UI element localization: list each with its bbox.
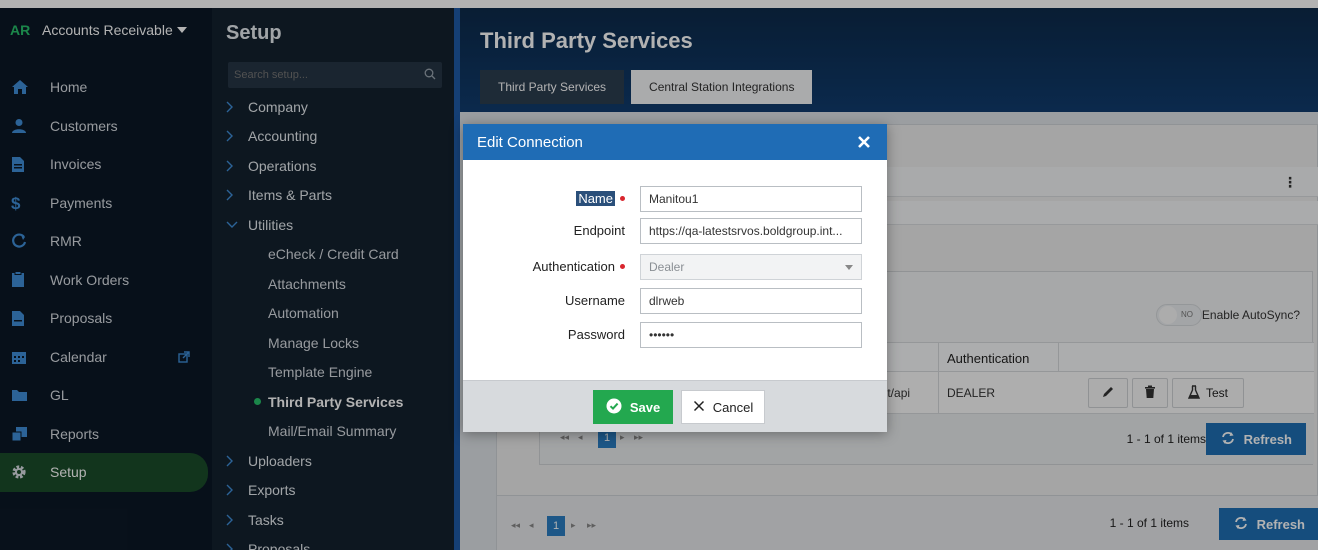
endpoint-field[interactable] — [640, 218, 862, 244]
form-row-password: Password — [463, 322, 887, 348]
form-row-name: Name — [463, 186, 887, 212]
form-row-authentication: Authentication Dealer — [463, 254, 887, 280]
name-label: Name — [576, 191, 625, 206]
authentication-select[interactable]: Dealer — [640, 254, 862, 280]
dialog-footer: Save Cancel — [463, 380, 887, 432]
save-button[interactable]: Save — [593, 390, 673, 424]
cancel-button[interactable]: Cancel — [681, 390, 765, 424]
edit-connection-dialog: Edit Connection Name Endpoint Authentica… — [463, 124, 887, 432]
required-dot — [620, 264, 625, 269]
dialog-title: Edit Connection — [477, 133, 583, 151]
name-field[interactable] — [640, 186, 862, 212]
name-label-text: Name — [576, 191, 615, 206]
form-row-username: Username — [463, 288, 887, 314]
check-circle-icon — [606, 398, 622, 417]
username-label: Username — [565, 293, 625, 308]
close-icon — [693, 400, 705, 415]
password-field[interactable] — [640, 322, 862, 348]
password-label: Password — [568, 327, 625, 342]
dialog-header: Edit Connection — [463, 124, 887, 160]
close-icon[interactable] — [855, 133, 873, 151]
chevron-down-icon — [845, 265, 853, 270]
username-label-text: Username — [565, 293, 625, 308]
authentication-label: Authentication — [533, 259, 625, 274]
password-label-text: Password — [567, 327, 625, 342]
save-label: Save — [629, 399, 661, 415]
endpoint-label: Endpoint — [574, 223, 625, 238]
required-dot — [620, 196, 625, 201]
authentication-value: Dealer — [649, 260, 685, 274]
endpoint-label-text: Endpoint — [573, 223, 625, 238]
username-field[interactable] — [640, 288, 862, 314]
form-row-endpoint: Endpoint — [463, 218, 887, 244]
authentication-label-text: Authentication — [532, 259, 615, 274]
cancel-label: Cancel — [712, 399, 754, 415]
